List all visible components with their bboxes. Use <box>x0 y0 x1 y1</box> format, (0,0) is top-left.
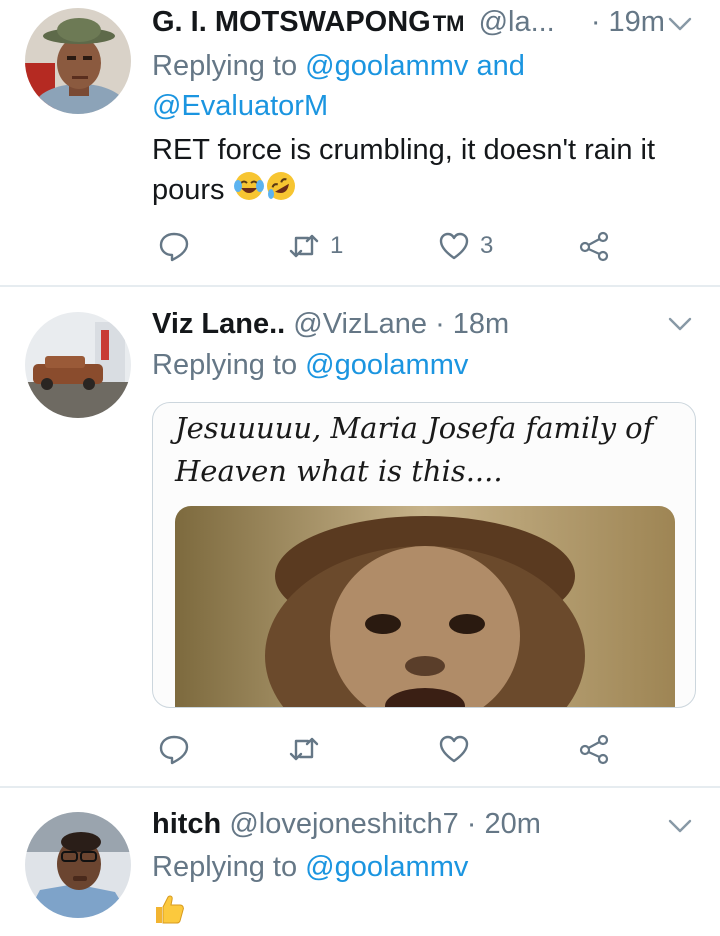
rolling-on-the-floor-laughing-icon <box>265 170 297 213</box>
mention-link[interactable]: @goolammv <box>305 349 468 381</box>
tweet-actions <box>152 729 632 769</box>
reply-button[interactable] <box>158 729 190 769</box>
retweet-button[interactable]: 1 <box>288 226 343 266</box>
avatar[interactable] <box>25 312 131 418</box>
timestamp[interactable]: · 20m <box>467 808 541 840</box>
tweet-3[interactable]: hitch @lovejoneshitch7 · 20m Replying to… <box>0 788 720 936</box>
tm-badge: TM <box>432 11 465 36</box>
reply-icon <box>159 232 189 262</box>
share-icon <box>579 231 609 262</box>
share-icon <box>579 734 609 765</box>
like-count: 3 <box>480 232 494 259</box>
retweet-button[interactable] <box>288 729 320 769</box>
avatar[interactable] <box>25 812 131 918</box>
timestamp[interactable]: · 19m <box>591 6 665 38</box>
display-name[interactable]: hitch <box>152 808 221 840</box>
timestamp[interactable]: · 18m <box>435 308 509 340</box>
handle[interactable]: @la... <box>479 6 555 38</box>
tweet-header: Viz Lane.. @VizLane · 18m <box>152 304 509 344</box>
handle[interactable]: @VizLane <box>293 308 427 340</box>
share-button[interactable] <box>578 729 610 769</box>
chevron-down-icon[interactable] <box>664 810 696 842</box>
chevron-down-icon[interactable] <box>664 8 696 40</box>
chevron-down-icon[interactable] <box>664 308 696 340</box>
replying-to: Replying to @goolammv and @EvaluatorM <box>152 46 525 126</box>
tweet-1[interactable]: G. I. MOTSWAPONGTM @la... · 19m Replying… <box>0 0 720 286</box>
tweet-text: RET force is crumbling, it doesn't rain … <box>152 130 692 213</box>
tweet-text-body: RET force is crumbling, it doesn't rain … <box>152 134 656 207</box>
display-name[interactable]: G. I. MOTSWAPONG <box>152 6 431 38</box>
replying-to-label: Replying to <box>152 50 298 82</box>
share-button[interactable] <box>578 226 610 266</box>
face-with-tears-of-joy-icon <box>233 170 265 213</box>
mention-link[interactable]: @goolammv <box>305 50 468 82</box>
retweet-icon <box>289 737 319 761</box>
display-name[interactable]: Viz Lane.. <box>152 308 285 340</box>
like-button[interactable]: 3 <box>438 226 493 266</box>
mention-link[interactable]: @goolammv <box>305 851 468 883</box>
avatar[interactable] <box>25 8 131 114</box>
heart-icon <box>439 735 469 763</box>
heart-icon <box>439 232 469 260</box>
retweet-icon <box>289 234 319 258</box>
reply-button[interactable] <box>158 226 190 266</box>
tweet-header: hitch @lovejoneshitch7 · 20m <box>152 804 541 844</box>
meme-caption: Jesuuuuu, Maria Josefa family of Heaven … <box>175 411 654 488</box>
mention-link[interactable]: @EvaluatorM <box>152 90 328 122</box>
mention-and[interactable]: and <box>476 50 524 82</box>
replying-to: Replying to @goolammv <box>152 345 468 385</box>
replying-to-label: Replying to <box>152 851 298 883</box>
retweet-count: 1 <box>330 232 344 259</box>
tweet-media[interactable]: Jesuuuuu, Maria Josefa family of Heaven … <box>152 402 696 708</box>
reply-icon <box>159 735 189 765</box>
monkey-image[interactable] <box>175 506 675 707</box>
thumbs-up-icon <box>152 892 186 936</box>
tweet-text <box>152 892 692 936</box>
replying-to: Replying to @goolammv <box>152 847 468 887</box>
tweet-header: G. I. MOTSWAPONGTM @la... · 19m <box>152 2 665 44</box>
like-button[interactable] <box>438 729 470 769</box>
tweet-actions: 1 3 <box>152 226 632 266</box>
replying-to-label: Replying to <box>152 349 298 381</box>
handle[interactable]: @lovejoneshitch7 <box>229 808 458 840</box>
